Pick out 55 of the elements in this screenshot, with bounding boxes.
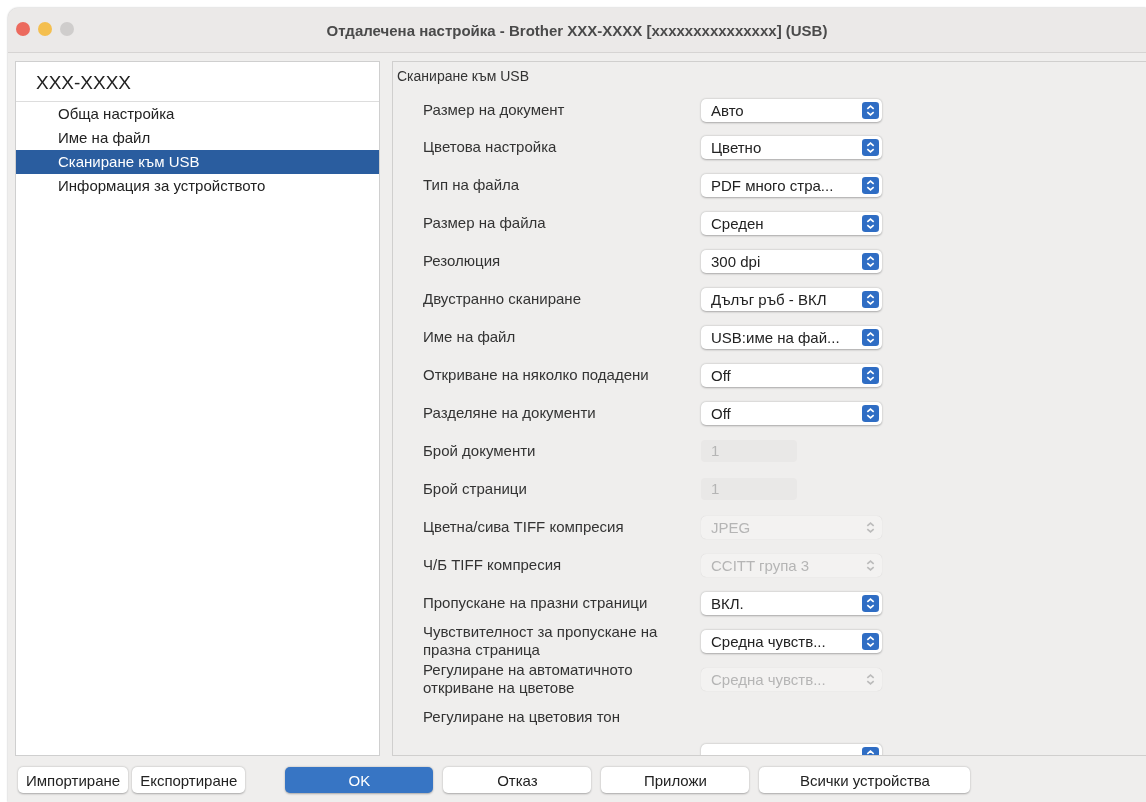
chevron-updown-icon xyxy=(862,328,879,346)
popup-menu[interactable]: Цветно xyxy=(701,135,882,159)
chevron-updown-icon xyxy=(862,366,879,384)
setting-label: Регулиране на цветовия тон xyxy=(423,708,621,726)
popup-menu[interactable]: Среден xyxy=(701,211,882,235)
zoom-icon[interactable] xyxy=(60,22,74,36)
setting-label: Резолюция xyxy=(423,252,502,270)
window-title: Отдалечена настройка - Brother XXX-XXXX [xxxxxxxxxxxxxxx] (USB) xyxy=(326,21,828,39)
setting-label: Двустранно сканиране xyxy=(423,290,582,308)
panel-title: Сканиране към USB xyxy=(396,67,531,86)
dialog-button[interactable]: Всички устройства xyxy=(759,767,971,793)
popup-menu[interactable]: PDF много стра... xyxy=(701,173,882,197)
setting-label: Откриване на няколко подадени xyxy=(423,366,650,384)
setting-label: Разделяне на документи xyxy=(423,404,597,422)
footer-button[interactable]: Експортиране xyxy=(132,767,246,793)
chevron-updown-icon xyxy=(862,404,879,422)
chevron-updown-icon xyxy=(862,176,879,194)
setting-label: Брой страници xyxy=(423,480,528,498)
setting-label: Брой документи xyxy=(423,442,537,460)
chevron-updown-icon xyxy=(862,252,879,270)
setting-label: Име на файл xyxy=(423,328,517,346)
popup-menu[interactable]: USB:име на фай... xyxy=(701,325,882,349)
device-name: XXX-XXXX xyxy=(16,62,379,102)
footer-button[interactable]: Импортиране xyxy=(18,767,129,793)
chevron-updown-icon xyxy=(862,138,879,156)
sidebar-item[interactable]: Име на файл xyxy=(16,126,379,150)
setting-label: Регулиране на автоматичното откриване на цветове xyxy=(423,661,634,697)
close-icon[interactable] xyxy=(16,22,30,36)
chevron-updown-icon xyxy=(862,594,879,612)
setting-label: Чувствителност за пропускане на празна страница xyxy=(423,623,659,659)
chevron-updown-icon xyxy=(862,290,879,308)
minimize-icon[interactable] xyxy=(38,22,52,36)
sidebar-item[interactable]: Сканиране към USB xyxy=(16,150,379,174)
setting-label: Размер на файла xyxy=(423,214,547,232)
sidebar-item[interactable]: Обща настройка xyxy=(16,102,379,126)
setting-label: Цветна/сива TIFF компресия xyxy=(423,518,625,536)
setting-label: Пропускане на празни страници xyxy=(423,594,649,612)
setting-label: Цветова настройка xyxy=(423,138,558,156)
popup-menu[interactable]: ВКЛ. xyxy=(701,591,882,615)
dialog-button[interactable]: Приложи xyxy=(601,767,750,793)
sidebar-item[interactable]: Информация за устройството xyxy=(16,174,379,198)
chevron-updown-icon xyxy=(862,101,879,119)
setting-label: Размер на документ xyxy=(423,101,566,119)
chevron-updown-icon xyxy=(862,632,879,650)
chevron-updown-icon xyxy=(862,214,879,232)
setting-label: Тип на файла xyxy=(423,176,521,194)
popup-menu[interactable]: Авто xyxy=(701,98,882,122)
popup-menu[interactable]: Off xyxy=(701,363,882,387)
popup-menu[interactable]: 300 dpi xyxy=(701,249,882,273)
popup-menu[interactable]: Средна чувств... xyxy=(701,629,882,653)
popup-menu[interactable]: Дълъг ръб - ВКЛ xyxy=(701,287,882,311)
popup-menu[interactable]: Off xyxy=(701,401,882,425)
dialog-button[interactable]: Отказ xyxy=(443,767,592,793)
setting-label: Ч/Б TIFF компресия xyxy=(423,556,563,574)
dialog-button[interactable]: OK xyxy=(285,767,434,793)
